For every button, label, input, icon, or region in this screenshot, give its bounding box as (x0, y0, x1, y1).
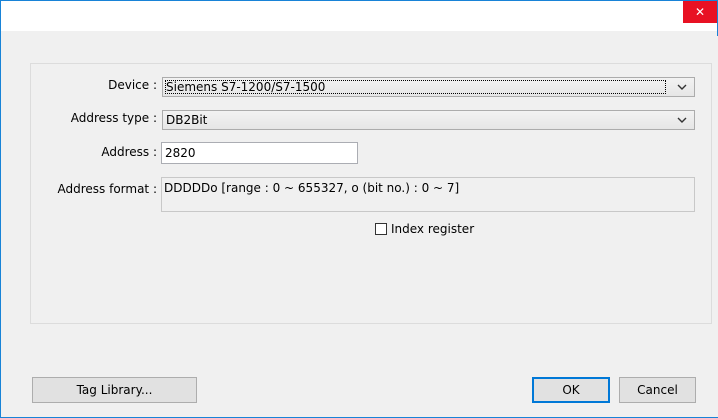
device-select[interactable]: Siemens S7-1200/S7-1500 (162, 77, 695, 97)
chevron-down-icon (677, 117, 687, 123)
tag-library-button[interactable]: Tag Library... (32, 377, 197, 403)
cancel-label: Cancel (637, 383, 678, 397)
chevron-down-icon (677, 84, 687, 90)
close-icon: ✕ (694, 5, 706, 19)
ok-button[interactable]: OK (532, 377, 610, 403)
title-bar: ✕ (1, 1, 717, 31)
address-value: 2820 (165, 146, 196, 160)
address-type-label: Address type : (70, 111, 157, 125)
address-label: Address : (101, 145, 157, 159)
index-register-checkbox[interactable] (375, 223, 387, 235)
dialog-window: ✕ Device : Siemens S7-1200/S7-1500 Addre… (0, 0, 718, 418)
close-button[interactable]: ✕ (683, 1, 717, 23)
ok-label: OK (562, 383, 580, 397)
address-format-label: Address format : (57, 182, 158, 196)
index-register-label[interactable]: Index register (391, 222, 474, 236)
tag-library-label: Tag Library... (76, 383, 153, 397)
device-label: Device : (108, 78, 157, 92)
address-type-select[interactable]: DB2Bit (162, 110, 695, 130)
cancel-button[interactable]: Cancel (619, 377, 696, 403)
device-value: Siemens S7-1200/S7-1500 (166, 80, 326, 94)
address-input[interactable]: 2820 (161, 142, 358, 164)
address-type-value: DB2Bit (166, 113, 208, 127)
address-format-field: DDDDDo [range : 0 ~ 655327, o (bit no.) … (161, 177, 695, 212)
address-format-value: DDDDDo [range : 0 ~ 655327, o (bit no.) … (164, 181, 460, 195)
